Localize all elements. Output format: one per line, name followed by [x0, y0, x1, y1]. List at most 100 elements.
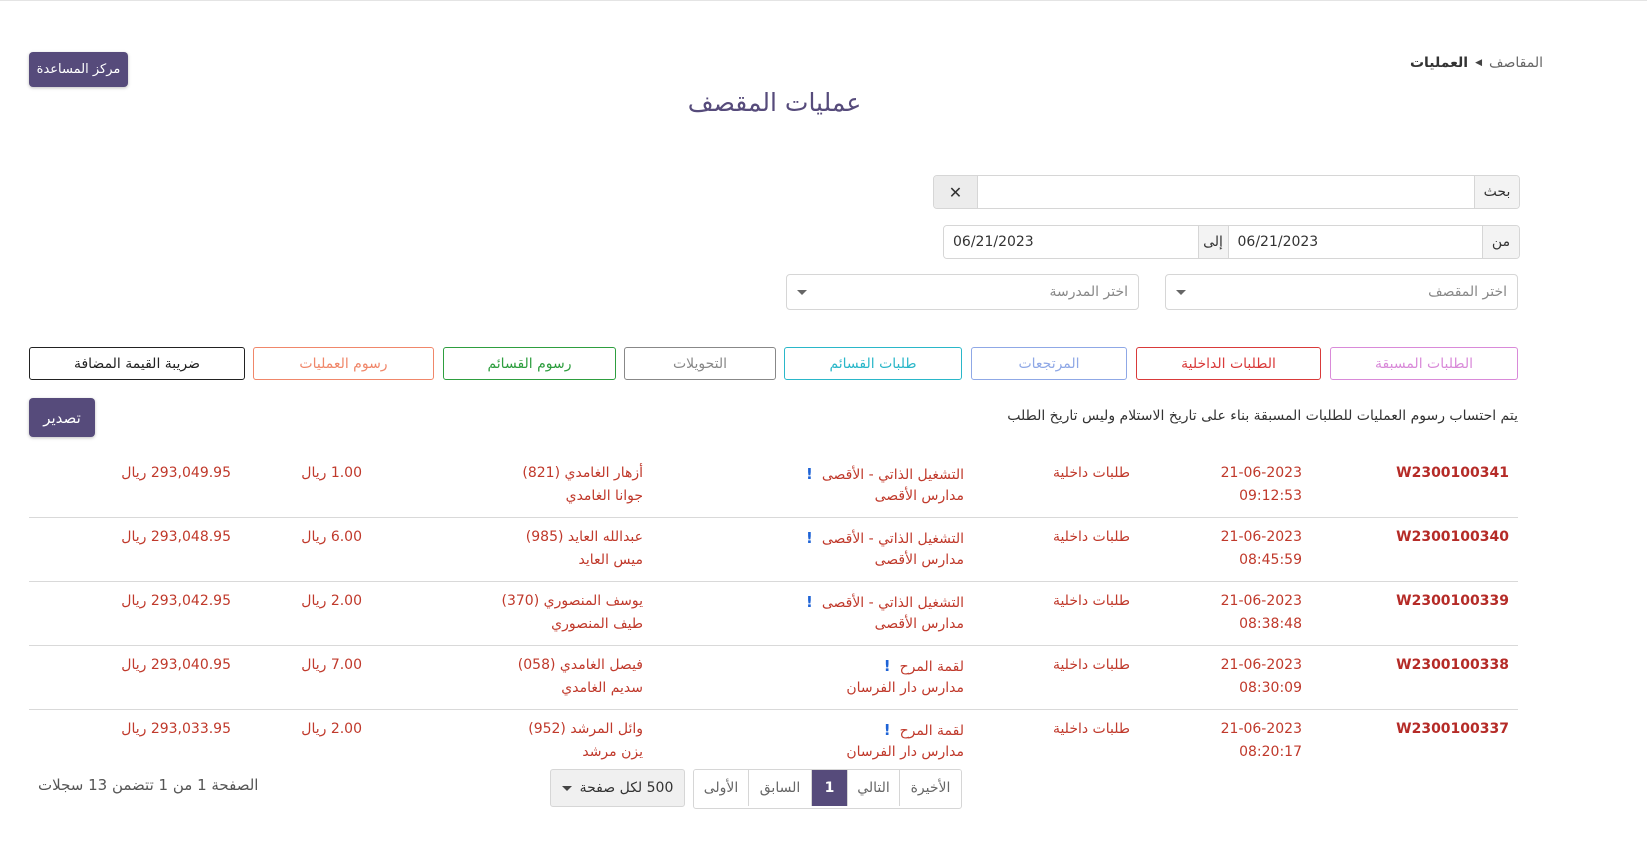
per-page-value: 500 لكل صفحة: [579, 780, 674, 796]
table-row[interactable]: W2300100340 21-06-2023 08:45:59 طلبات داخ…: [29, 518, 1518, 582]
balance-amount: 293,033.95 ريال: [121, 721, 231, 737]
tab-pre-orders[interactable]: الطلبات المسبقة: [1330, 347, 1518, 380]
student-name: سديم الغامدي: [561, 680, 643, 696]
chevron-down-icon: [1176, 289, 1186, 295]
order-type: طلبات داخلية: [1052, 465, 1130, 481]
balance-amount: 293,048.95 ريال: [121, 529, 231, 545]
tab-transfers[interactable]: التحويلات: [624, 347, 776, 380]
canteen-name: التشغيل الذاتي - الأقصى: [821, 531, 964, 547]
tab-operation-fees[interactable]: رسوم العمليات: [253, 347, 434, 380]
prev-page-button[interactable]: السابق: [749, 770, 812, 806]
school-name: مدارس الأقصى: [874, 488, 964, 504]
order-time: 08:20:17: [1239, 744, 1302, 760]
order-time: 08:30:09: [1239, 680, 1302, 696]
canteen-select-placeholder: اختر المقصف: [1428, 284, 1507, 300]
exclamation-icon[interactable]: !: [884, 657, 891, 675]
breadcrumb-root-link[interactable]: المقاصف: [1489, 55, 1543, 71]
help-center-button[interactable]: مركز المساعدة: [29, 52, 128, 87]
pagination: 500 لكل صفحة الأولى السابق 1 التالي الأخ…: [550, 769, 962, 809]
parent-name: يوسف المنصوري (370): [501, 593, 643, 609]
parent-name: فيصل الغامدي (058): [517, 657, 643, 673]
table-row[interactable]: W2300100339 21-06-2023 08:38:48 طلبات داخ…: [29, 582, 1518, 646]
first-page-button[interactable]: الأولى: [694, 770, 749, 806]
search-label: بحث: [1474, 176, 1519, 208]
date-range-group: من إلى: [943, 225, 1520, 259]
last-page-button[interactable]: الأخيرة: [900, 770, 961, 806]
order-date: 21-06-2023: [1220, 657, 1302, 673]
student-name: جوانا الغامدي: [565, 488, 643, 504]
order-type: طلبات داخلية: [1052, 593, 1130, 609]
order-id-link[interactable]: W2300100339: [1396, 593, 1509, 609]
fee-notice: يتم احتساب رسوم العمليات للطلبات المسبقة…: [1007, 408, 1518, 424]
page-info: الصفحة 1 من 1 تتضمن 13 سجلات: [38, 776, 259, 794]
school-select-placeholder: اختر المدرسة: [1049, 284, 1128, 300]
school-name: مدارس الأقصى: [874, 552, 964, 568]
student-name: طيف المنصوري: [551, 616, 643, 632]
order-fee: 6.00 ريال: [301, 529, 362, 545]
table-row[interactable]: W2300100341 21-06-2023 09:12:53 طلبات داخ…: [29, 454, 1518, 518]
operations-table: W2300100341 21-06-2023 09:12:53 طلبات داخ…: [29, 454, 1518, 773]
school-name: مدارس دار الفرسان: [846, 680, 964, 696]
date-to-label: إلى: [1197, 226, 1229, 258]
page-buttons: الأولى السابق 1 التالي الأخيرة: [693, 769, 962, 809]
exclamation-icon[interactable]: !: [806, 593, 813, 611]
chevron-down-icon: [561, 785, 572, 791]
page-1-button[interactable]: 1: [812, 770, 848, 806]
tab-returns[interactable]: المرتجعات: [971, 347, 1127, 380]
order-date: 21-06-2023: [1220, 721, 1302, 737]
table-row[interactable]: W2300100337 21-06-2023 08:20:17 طلبات داخ…: [29, 710, 1518, 773]
order-fee: 1.00 ريال: [301, 465, 362, 481]
order-time: 09:12:53: [1239, 488, 1302, 504]
order-type: طلبات داخلية: [1052, 721, 1130, 737]
next-page-button[interactable]: التالي: [848, 770, 900, 806]
exclamation-icon[interactable]: !: [806, 529, 813, 547]
export-button[interactable]: تصدير: [29, 398, 95, 437]
table-row[interactable]: W2300100338 21-06-2023 08:30:09 طلبات داخ…: [29, 646, 1518, 710]
tab-voucher-fees[interactable]: رسوم القسائم: [443, 347, 616, 380]
chevron-down-icon: [797, 289, 807, 295]
balance-amount: 293,040.95 ريال: [121, 657, 231, 673]
student-name: يزن مرشد: [582, 744, 643, 760]
school-name: مدارس الأقصى: [874, 616, 964, 632]
clear-search-icon[interactable]: ✕: [934, 176, 978, 208]
top-divider: [0, 0, 1647, 1]
order-fee: 2.00 ريال: [301, 593, 362, 609]
balance-amount: 293,042.95 ريال: [121, 593, 231, 609]
date-to-input[interactable]: [944, 226, 1198, 258]
canteen-name: التشغيل الذاتي - الأقصى: [821, 467, 964, 483]
tab-voucher-orders[interactable]: طلبات القسائم: [784, 347, 962, 380]
parent-name: وائل المرشد (952): [528, 721, 643, 737]
tab-vat[interactable]: ضريبة القيمة المضافة: [29, 347, 245, 380]
date-from-label: من: [1482, 226, 1519, 258]
order-date: 21-06-2023: [1220, 529, 1302, 545]
page-title: عمليات المقصف: [687, 88, 862, 117]
exclamation-icon[interactable]: !: [884, 721, 891, 739]
parent-name: عبدالله العايد (985): [525, 529, 643, 545]
per-page-select[interactable]: 500 لكل صفحة: [550, 769, 685, 807]
exclamation-icon[interactable]: !: [806, 465, 813, 483]
student-name: ميس العايد: [578, 552, 643, 568]
school-select[interactable]: اختر المدرسة: [786, 274, 1139, 310]
date-from-input[interactable]: [1228, 226, 1482, 258]
school-name: مدارس دار الفرسان: [846, 744, 964, 760]
breadcrumb-chevron-icon: ◀: [1475, 58, 1483, 68]
canteen-select[interactable]: اختر المقصف: [1165, 274, 1518, 310]
order-date: 21-06-2023: [1220, 465, 1302, 481]
canteen-name: لقمة المرح: [899, 659, 964, 675]
canteen-name: لقمة المرح: [899, 723, 964, 739]
order-type: طلبات داخلية: [1052, 657, 1130, 673]
order-id-link[interactable]: W2300100341: [1396, 465, 1509, 481]
tab-internal-orders[interactable]: الطلبات الداخلية: [1136, 347, 1321, 380]
order-date: 21-06-2023: [1220, 593, 1302, 609]
order-time: 08:38:48: [1239, 616, 1302, 632]
search-input[interactable]: [978, 176, 1474, 208]
order-id-link[interactable]: W2300100337: [1396, 721, 1509, 737]
order-id-link[interactable]: W2300100338: [1396, 657, 1509, 673]
order-fee: 7.00 ريال: [301, 657, 362, 673]
order-time: 08:45:59: [1239, 552, 1302, 568]
canteen-name: التشغيل الذاتي - الأقصى: [821, 595, 964, 611]
parent-name: أزهار الغامدي (821): [522, 465, 643, 481]
balance-amount: 293,049.95 ريال: [121, 465, 231, 481]
order-type: طلبات داخلية: [1052, 529, 1130, 545]
order-id-link[interactable]: W2300100340: [1396, 529, 1509, 545]
